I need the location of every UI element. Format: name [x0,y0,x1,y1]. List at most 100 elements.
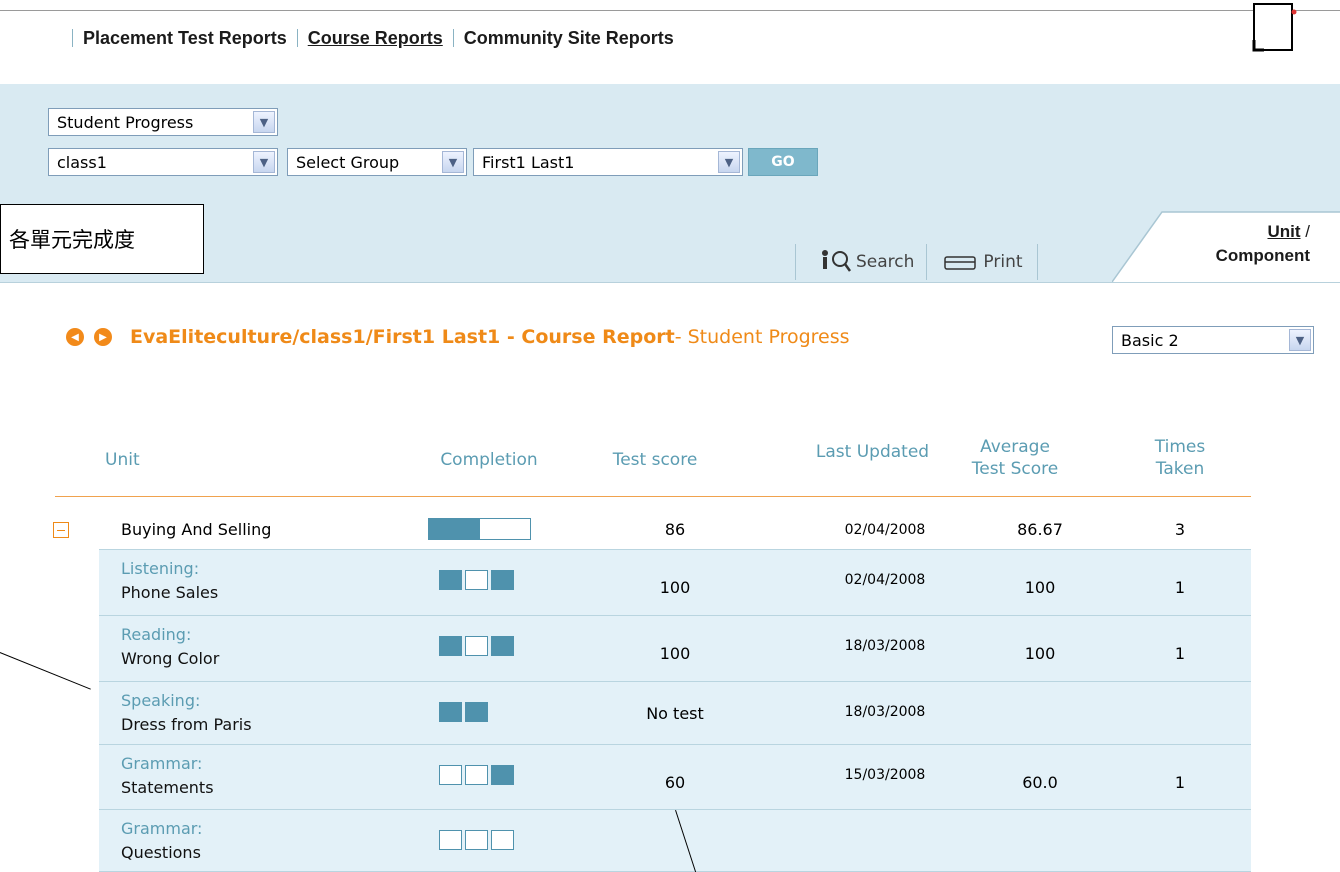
report-type-select[interactable]: Student Progress ▼ [48,108,278,136]
completion-box-empty [465,830,488,850]
student-select[interactable]: First1 Last1 ▼ [473,148,743,176]
component-times: 1 [1174,578,1186,597]
completion-box-empty [439,830,462,850]
col-header-last-updated: Last Updated [815,442,930,462]
completion-box-filled [491,636,514,656]
collapse-icon[interactable] [53,522,69,538]
search-button[interactable]: Search [796,249,926,275]
completion-box-empty [465,765,488,785]
completion-box-empty [465,570,488,590]
unit-avg: 86.67 [1017,520,1063,539]
component-times: 1 [1174,773,1186,792]
header-divider [55,496,1251,497]
component-category: Reading: [121,625,192,644]
class-value: class1 [57,152,107,172]
go-button[interactable]: GO [748,148,818,176]
student-value: First1 Last1 [482,152,575,172]
level-value: Basic 2 [1121,330,1179,350]
component-name: Dress from Paris [121,715,252,734]
report-toolbar: Search Print [795,243,1038,281]
nav-course-reports[interactable]: Course Reports [308,28,443,49]
component-category: Grammar: [121,819,203,838]
completion-box-filled [491,765,514,785]
component-completion [439,830,517,850]
unit-score: 86 [664,520,686,539]
previous-arrow-icon[interactable]: ◀ [66,328,84,346]
component-score: 100 [659,578,691,597]
unit-completion-fill [429,519,480,539]
completion-box-filled [439,570,462,590]
nav-separator [296,29,298,47]
top-divider [0,10,1340,11]
completion-box-filled [439,636,462,656]
next-arrow-icon[interactable]: ▶ [94,328,112,346]
component-avg: 100 [1024,578,1056,597]
component-category: Listening: [121,559,200,578]
unit-date: 02/04/2008 [844,522,926,538]
tab-separator: / [1305,222,1310,241]
chevron-down-icon: ▼ [718,151,740,173]
group-select[interactable]: Select Group ▼ [287,148,467,176]
col-header-average: Average Test Score [960,436,1070,480]
completion-box-filled [439,702,462,722]
report-subtitle: - Student Progress [674,326,850,348]
report-header: ◀ ▶ EvaEliteculture/class1/First1 Last1 … [66,326,850,348]
chevron-down-icon: ▼ [253,111,275,133]
component-completion [439,636,517,656]
document-icon [1252,3,1297,52]
table-row: Reading: Wrong Color 100 18/03/2008 100 1 [99,616,1251,682]
component-date: 18/03/2008 [844,638,926,654]
component-name: Phone Sales [121,583,219,602]
col-header-test-score: Test score [612,450,698,470]
completion-box-empty [439,765,462,785]
completion-box-empty [465,636,488,656]
chevron-down-icon: ▼ [1289,329,1311,351]
component-date: 15/03/2008 [844,767,926,783]
col-header-average-line1: Average [980,437,1050,457]
table-row: Listening: Phone Sales 100 02/04/2008 100 1 [99,550,1251,616]
unit-times: 3 [1174,520,1186,539]
component-date: 02/04/2008 [844,572,926,588]
component-score: No test [646,704,704,723]
col-header-average-line2: Test Score [971,459,1059,479]
col-header-times-line1: Times [1154,437,1206,457]
nav-separator [452,29,454,47]
class-select[interactable]: class1 ▼ [48,148,278,176]
component-times: 1 [1174,644,1186,663]
chevron-down-icon: ▼ [253,151,275,173]
completion-box-filled [491,570,514,590]
chevron-down-icon: ▼ [442,151,464,173]
completion-box-empty [491,830,514,850]
component-category: Speaking: [121,691,201,710]
component-completion [439,765,517,785]
annotation-callout: 各單元完成度 [0,204,204,274]
table-row: Grammar: Statements 60 15/03/2008 60.0 1 [99,745,1251,810]
unit-completion-bar [428,518,531,540]
completion-box-filled [465,702,488,722]
unit-name: Buying And Selling [121,520,272,539]
component-name: Statements [121,778,214,797]
col-header-unit: Unit [105,450,140,470]
component-score: 100 [659,644,691,663]
report-nav: Placement Test Reports Course Reports Co… [62,24,674,52]
nav-separator [72,29,73,47]
tab-unit[interactable]: Unit [1267,222,1300,241]
component-name: Questions [121,843,201,862]
unit-component-tab: Unit / Component [1160,220,1310,268]
col-header-completion: Completion [440,450,538,470]
search-label: Search [856,252,915,272]
tab-component[interactable]: Component [1160,244,1310,268]
component-date: 18/03/2008 [844,704,926,720]
nav-placement-test-reports[interactable]: Placement Test Reports [83,28,287,49]
component-score: 60 [664,773,686,792]
report-type-value: Student Progress [57,112,194,132]
table-row: Speaking: Dress from Paris No test 18/03/20… [99,682,1251,745]
nav-community-site-reports[interactable]: Community Site Reports [464,28,674,49]
col-header-times-line2: Taken [1155,459,1205,479]
level-select[interactable]: Basic 2 ▼ [1112,326,1314,354]
print-icon [944,256,977,270]
print-button[interactable]: Print [927,252,1036,272]
group-value: Select Group [296,152,400,172]
component-completion [439,570,517,590]
col-header-times-taken: Times Taken [1120,436,1240,480]
